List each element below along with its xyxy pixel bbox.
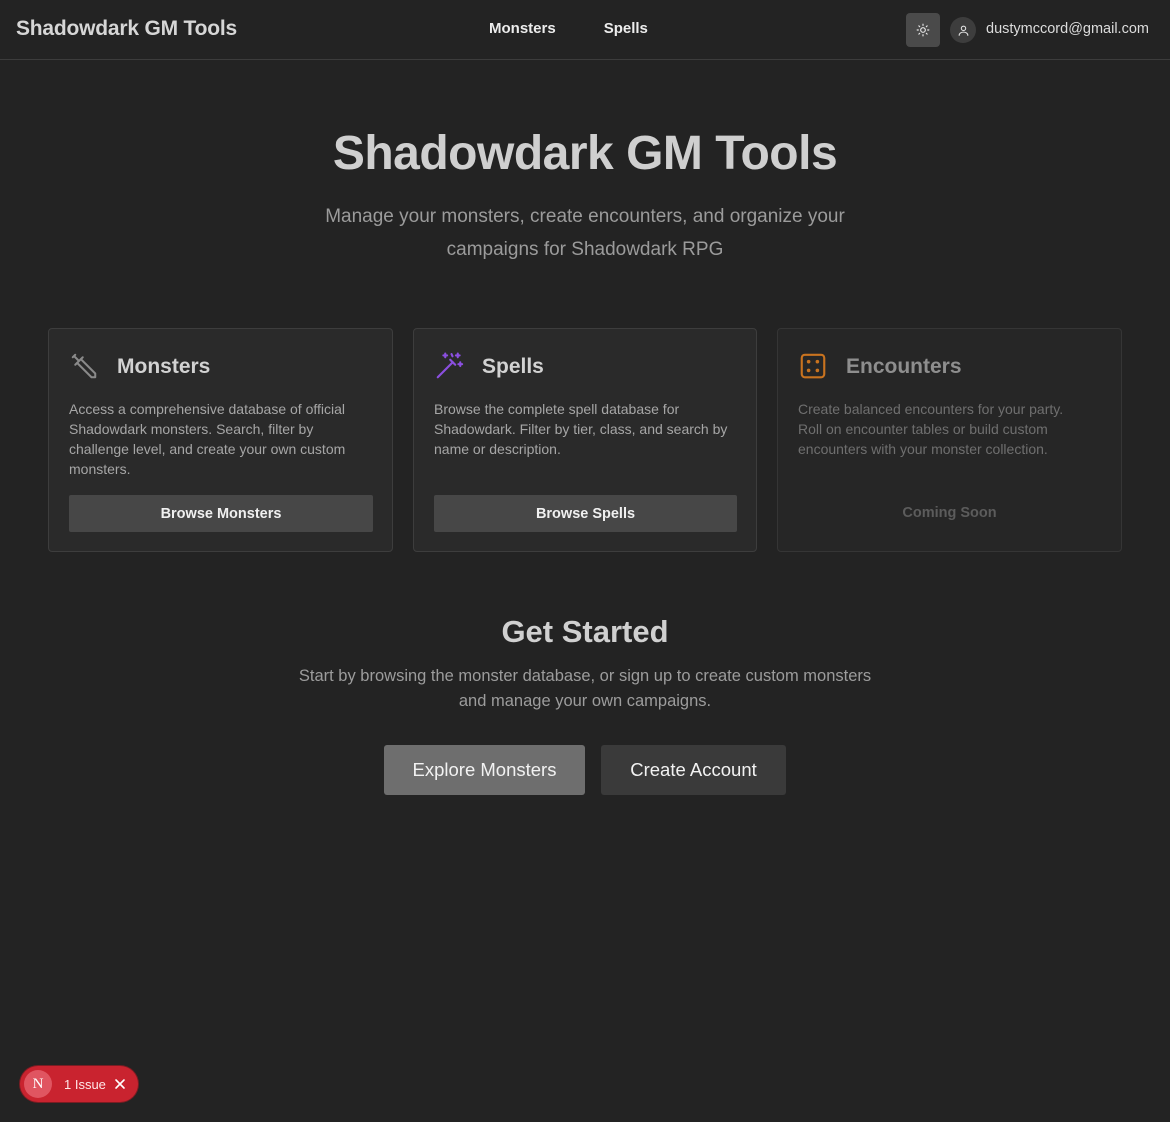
close-icon[interactable] bbox=[114, 1078, 126, 1090]
sun-icon bbox=[916, 23, 930, 37]
spells-card-description: Browse the complete spell database for S… bbox=[434, 401, 728, 457]
theme-toggle-button[interactable] bbox=[906, 13, 940, 47]
issues-count[interactable]: 1 Issue bbox=[64, 1077, 106, 1092]
brand-title[interactable]: Shadowdark GM Tools bbox=[16, 17, 237, 41]
user-avatar[interactable] bbox=[950, 17, 976, 43]
user-icon bbox=[958, 25, 968, 36]
user-email[interactable]: dustymccord@gmail.com bbox=[986, 21, 1149, 37]
issues-badge[interactable]: N 1 Issue bbox=[20, 1066, 138, 1102]
dice-icon bbox=[800, 353, 826, 379]
encounters-card-description: Create balanced encounters for your part… bbox=[798, 401, 1064, 457]
encounters-card-title: Encounters bbox=[846, 355, 962, 378]
hero-subtitle: Manage your monsters, create encounters,… bbox=[325, 206, 845, 260]
get-started-title: Get Started bbox=[501, 614, 669, 649]
top-navigation-bar: Shadowdark GM Tools Monsters Spells dust… bbox=[0, 0, 1170, 60]
nav-monsters-link[interactable]: Monsters bbox=[489, 20, 556, 37]
browse-monsters-button[interactable]: Browse Monsters bbox=[69, 495, 373, 532]
monsters-card-description: Access a comprehensive database of offic… bbox=[69, 401, 346, 477]
monsters-card-title: Monsters bbox=[117, 355, 211, 378]
main-nav: Monsters Spells bbox=[489, 20, 648, 37]
sword-icon bbox=[71, 353, 97, 379]
get-started-text: Start by browsing the monster database, … bbox=[298, 667, 872, 710]
spells-card-title: Spells bbox=[482, 355, 544, 378]
hero-title: Shadowdark GM Tools bbox=[332, 127, 838, 180]
create-account-button[interactable]: Create Account bbox=[601, 745, 786, 795]
browse-spells-button[interactable]: Browse Spells bbox=[434, 495, 737, 532]
monsters-card: Monsters Access a comprehensive database… bbox=[48, 328, 393, 552]
nav-spells-link[interactable]: Spells bbox=[604, 20, 648, 37]
nextjs-logo-icon: N bbox=[24, 1070, 52, 1098]
spells-card: Spells Browse the complete spell databas… bbox=[413, 328, 757, 552]
magic-wand-icon bbox=[436, 352, 464, 379]
explore-monsters-button[interactable]: Explore Monsters bbox=[384, 745, 585, 795]
coming-soon-label: Coming Soon bbox=[902, 505, 997, 521]
encounters-card: Encounters Create balanced encounters fo… bbox=[777, 328, 1122, 552]
